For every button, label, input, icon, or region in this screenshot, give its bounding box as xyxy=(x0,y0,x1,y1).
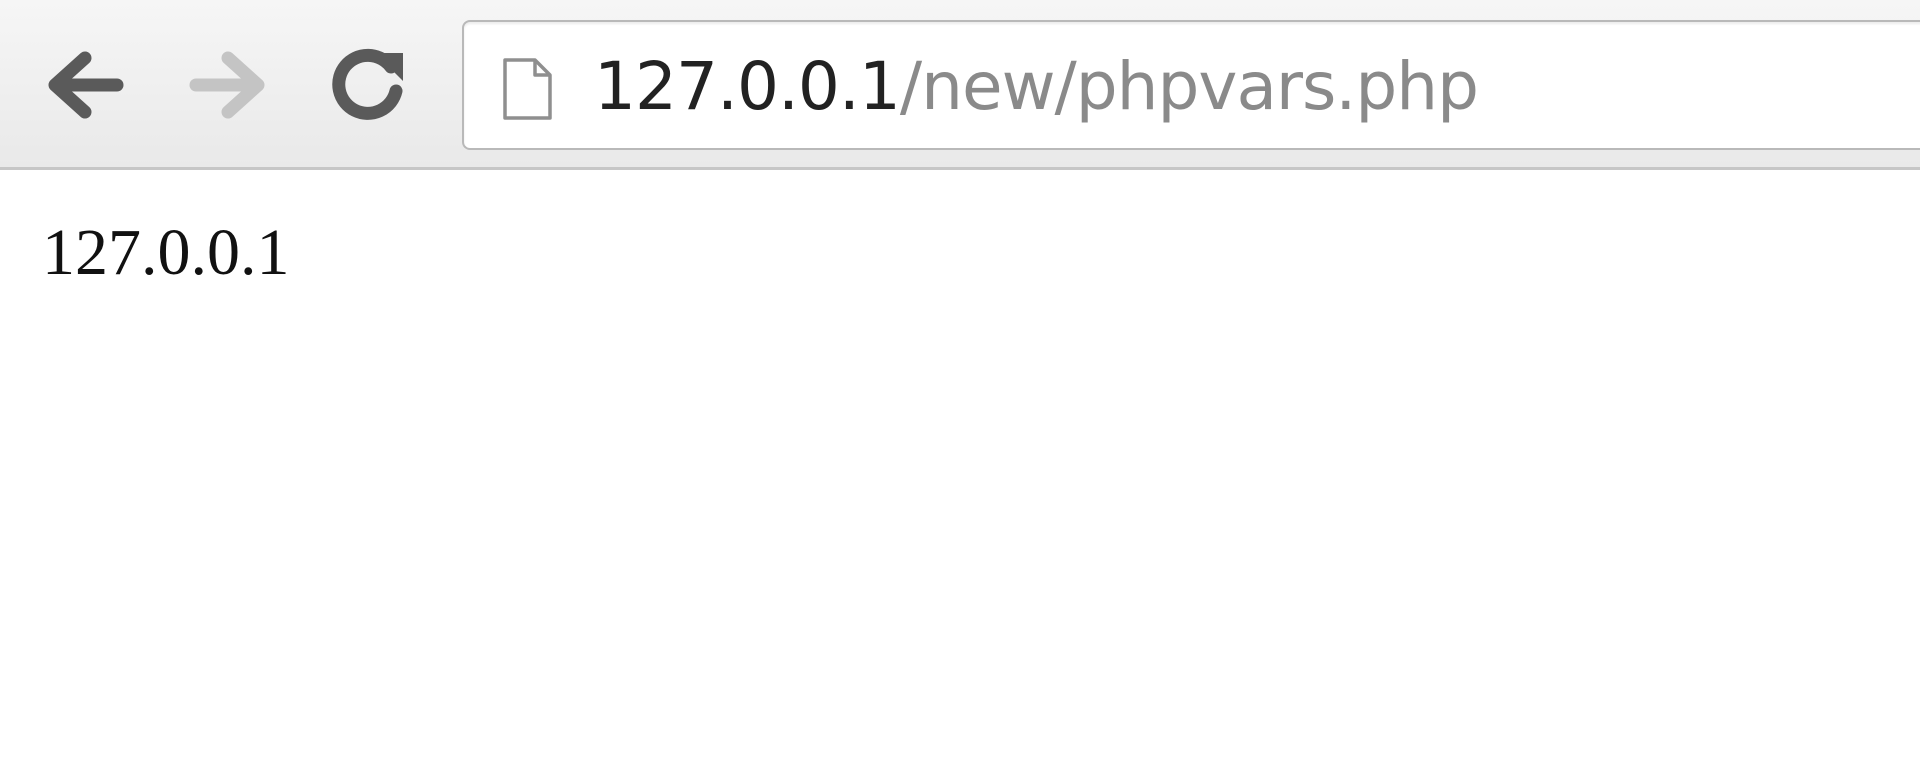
url-path: /new/phpvars.php xyxy=(899,48,1479,125)
back-button[interactable] xyxy=(40,40,130,130)
url-host: 127.0.0.1 xyxy=(594,48,901,125)
page-body-text: 127.0.0.1 xyxy=(42,216,290,289)
reload-icon xyxy=(332,48,403,120)
back-arrow-icon xyxy=(48,51,124,119)
address-bar[interactable]: 127.0.0.1/new/phpvars.php xyxy=(462,20,1920,150)
forward-arrow-icon xyxy=(189,51,265,119)
url-text[interactable]: 127.0.0.1/new/phpvars.php xyxy=(594,44,1479,130)
page-icon xyxy=(503,58,552,120)
reload-button[interactable] xyxy=(322,40,412,130)
browser-toolbar: 127.0.0.1/new/phpvars.php xyxy=(0,0,1920,170)
forward-button[interactable] xyxy=(183,40,273,130)
